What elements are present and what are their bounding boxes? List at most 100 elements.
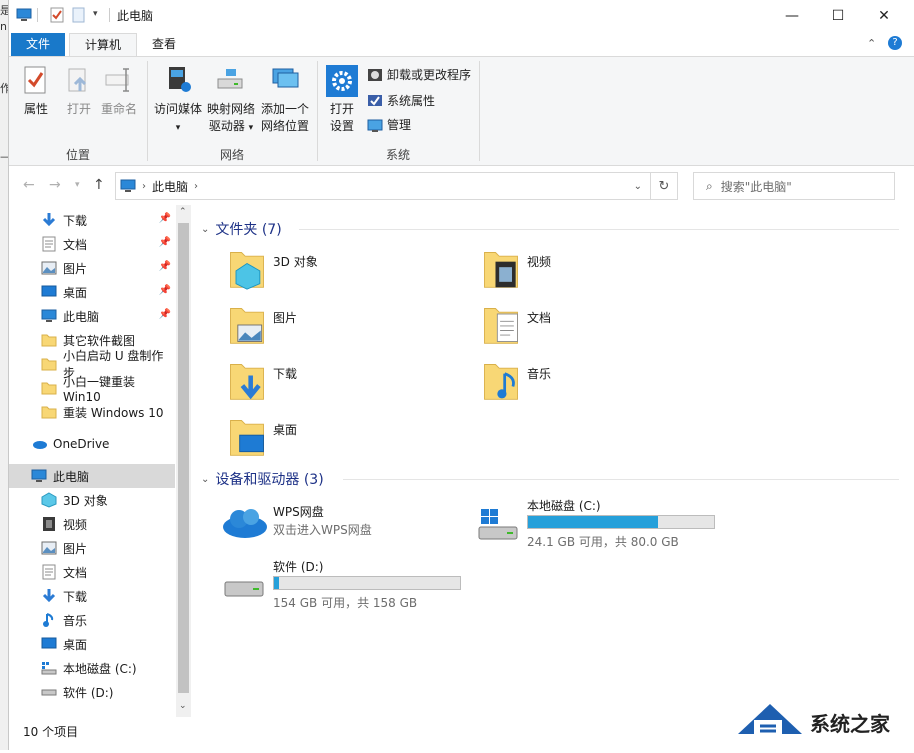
computer-icon[interactable] [16,7,32,23]
wps-cloud-icon [223,509,267,538]
sidebar-item-quick[interactable]: 重装 Windows 10 [9,400,175,424]
sidebar-item-quick[interactable]: 小白一键重装 Win10 [9,375,175,404]
sidebar-item-quick[interactable]: 下载 📌 [9,208,175,232]
address-dropdown-icon[interactable]: ⌄ [634,181,642,192]
desktop-icon [41,284,57,300]
sidebar-item-pc[interactable]: 3D 对象 [9,488,175,512]
desktop-icon [41,636,57,652]
pin-icon[interactable]: 📌 [159,309,171,320]
address-row: ← → ▾ ↑ › 此电脑 › ⌄ ↻ ⌕ 搜索"此电脑" [9,167,914,205]
onedrive-icon [31,436,47,452]
folder-tile[interactable]: 文档 [481,303,721,353]
properties-check-icon[interactable] [49,7,65,23]
folder-name: 音乐 [527,367,552,381]
tab-view[interactable]: 查看 [137,33,191,57]
sidebar-item-pc[interactable]: 桌面 [9,632,175,656]
folder-tile[interactable]: 音乐 [481,359,721,409]
item-count: 10 个项目 [23,725,79,739]
sidebar-item-label: 重装 Windows 10 [63,405,164,420]
sidebar-item-pc[interactable]: 下载 [9,584,175,608]
chevron-down-icon: ⌄ [201,223,210,235]
scroll-up-icon: ⌃ [179,207,187,217]
sidebar-item-onedrive[interactable]: OneDrive [9,432,175,456]
manage-button[interactable]: 管理 [367,115,411,135]
drive-c[interactable]: 本地磁盘 (C:) 24.1 GB 可用，共 80.0 GB [475,497,725,553]
recent-locations-icon[interactable]: ▾ [75,180,80,190]
minimize-button[interactable]: — [769,0,815,31]
windows-drive-icon [478,509,518,540]
navpane-scrollbar[interactable]: ⌃ ⌄ [176,205,191,717]
sidebar-item-label: 本地磁盘 (C:) [63,661,137,676]
folder-tile[interactable]: 图片 [227,303,467,353]
download-icon [41,588,57,604]
computer-icon [41,308,57,324]
folder-icon [230,420,264,456]
rename-button[interactable]: 重命名 [99,65,139,118]
sidebar-item-pc[interactable]: 本地磁盘 (C:) [9,656,175,680]
system-properties-button[interactable]: 系统属性 [367,91,435,111]
sidebar-item-label: 小白一键重装 Win10 [63,374,136,404]
maximize-button[interactable]: ☐ [815,0,861,31]
customize-qat-icon[interactable]: ▾ [93,9,98,19]
pin-icon[interactable]: 📌 [159,285,171,296]
add-network-icon [272,68,299,88]
sidebar-item-quick[interactable]: 图片 📌 [9,256,175,280]
properties-icon [24,66,46,94]
pin-icon[interactable]: 📌 [159,237,171,248]
help-icon[interactable]: ? [888,36,902,50]
sidebar-item-label: 下载 [63,589,88,604]
refresh-button[interactable]: ↻ [651,172,678,200]
access-media-button[interactable]: 访问媒体 ▾ [153,65,203,137]
collapse-ribbon-icon[interactable]: ⌃ [867,37,876,50]
music-icon [41,612,57,628]
open-settings-button[interactable]: 打开 设置 [325,65,359,135]
content-pane: ⌄ 文件夹 (7) 3D 对象 视频 图片 文档下载 音乐桌面 ⌄ 设备和驱动器 (3)… [191,205,914,717]
media-icon [169,67,191,92]
sidebar-item-label: 软件 (D:) [63,685,114,700]
sidebar-item-label: 桌面 [63,637,88,652]
breadcrumb-thispc[interactable]: 此电脑 [152,178,188,195]
pin-icon[interactable]: 📌 [159,261,171,272]
sidebar-item-quick[interactable]: 桌面 📌 [9,280,175,304]
sidebar-item-pc[interactable]: 视频 [9,512,175,536]
close-button[interactable]: ✕ [861,0,907,31]
open-icon [68,68,87,92]
forward-button[interactable]: → [49,177,61,193]
sidebar-item-quick[interactable]: 此电脑 📌 [9,304,175,328]
sidebar-item-label: 文档 [63,565,88,580]
sidebar-item-pc[interactable]: 图片 [9,536,175,560]
folder-icon [41,332,57,348]
up-button[interactable]: ↑ [93,177,105,193]
scrollbar-thumb[interactable] [178,223,189,693]
sidebar-item-pc[interactable]: 文档 [9,560,175,584]
folder-tile[interactable]: 3D 对象 [227,247,467,297]
back-button[interactable]: ← [23,177,35,193]
address-bar[interactable]: › 此电脑 › ⌄ [115,172,651,200]
folders-section-header[interactable]: ⌄ 文件夹 (7) [201,219,282,239]
drive-d[interactable]: 软件 (D:) 154 GB 可用，共 158 GB [221,558,471,614]
search-input[interactable]: ⌕ 搜索"此电脑" [693,172,895,200]
sidebar-item-quick[interactable]: 文档 📌 [9,232,175,256]
sidebar-item-label: 下载 [63,213,88,228]
tab-file[interactable]: 文件 [11,33,65,57]
devices-section-header[interactable]: ⌄ 设备和驱动器 (3) [201,469,324,489]
folder-icon [41,380,57,396]
sidebar-item-thispc[interactable]: 此电脑 [9,464,175,488]
sidebar-item-pc[interactable]: 音乐 [9,608,175,632]
folder-tile[interactable]: 桌面 [227,415,467,465]
wps-cloud-drive[interactable]: WPS网盘 双击进入WPS网盘 [221,503,471,559]
folder-name: 下载 [273,367,298,381]
group-label-system: 系统 [385,148,410,162]
folder-tile[interactable]: 下载 [227,359,467,409]
pin-icon[interactable]: 📌 [159,213,171,224]
add-network-location-button[interactable]: 添加一个 网络位置 [259,65,311,135]
folder-tile[interactable]: 视频 [481,247,721,297]
map-drive-button[interactable]: 映射网络 驱动器 ▾ [205,65,257,137]
new-folder-icon[interactable] [71,7,87,23]
properties-button[interactable]: 属性 [19,65,53,118]
open-button[interactable]: 打开 [63,65,95,118]
uninstall-programs-button[interactable]: 卸载或更改程序 [367,65,471,85]
drive-icon [41,684,57,700]
sidebar-item-pc[interactable]: 软件 (D:) [9,680,175,704]
tab-computer[interactable]: 计算机 [69,33,137,57]
